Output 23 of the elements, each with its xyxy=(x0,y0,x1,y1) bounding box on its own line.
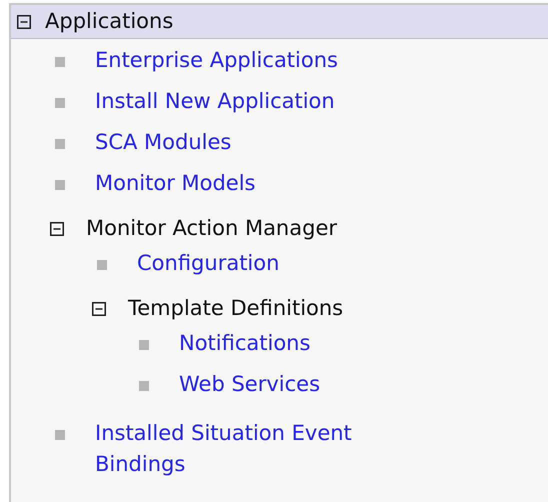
bullet-icon xyxy=(139,340,149,350)
nav-link[interactable]: Monitor Models xyxy=(95,168,256,207)
collapse-icon[interactable] xyxy=(17,14,31,28)
nav-link[interactable]: Configuration xyxy=(137,248,280,287)
bullet-icon xyxy=(55,139,65,149)
bullet-icon xyxy=(55,57,65,67)
bullet-icon xyxy=(139,381,149,391)
nav-link[interactable]: Notifications xyxy=(179,328,310,367)
folder-label[interactable]: Monitor Action Manager xyxy=(86,212,337,244)
bullet-icon xyxy=(55,98,65,108)
section-title: Applications xyxy=(45,8,174,35)
nav-link[interactable]: Enterprise Applications xyxy=(95,45,338,84)
nav-link[interactable]: SCA Modules xyxy=(95,127,232,166)
bullet-icon xyxy=(97,260,107,270)
collapse-icon[interactable] xyxy=(92,302,106,316)
collapse-icon[interactable] xyxy=(50,222,64,236)
section-header[interactable]: Applications xyxy=(11,5,548,39)
bullet-icon xyxy=(55,180,65,190)
nav-link[interactable]: Web Services xyxy=(179,369,320,408)
folder-label[interactable]: Template Definitions xyxy=(128,292,344,324)
bullet-icon xyxy=(55,430,65,440)
nav-link[interactable]: Install New Application xyxy=(95,86,335,125)
nav-link[interactable]: Installed Situation Event Bindings xyxy=(95,418,425,488)
